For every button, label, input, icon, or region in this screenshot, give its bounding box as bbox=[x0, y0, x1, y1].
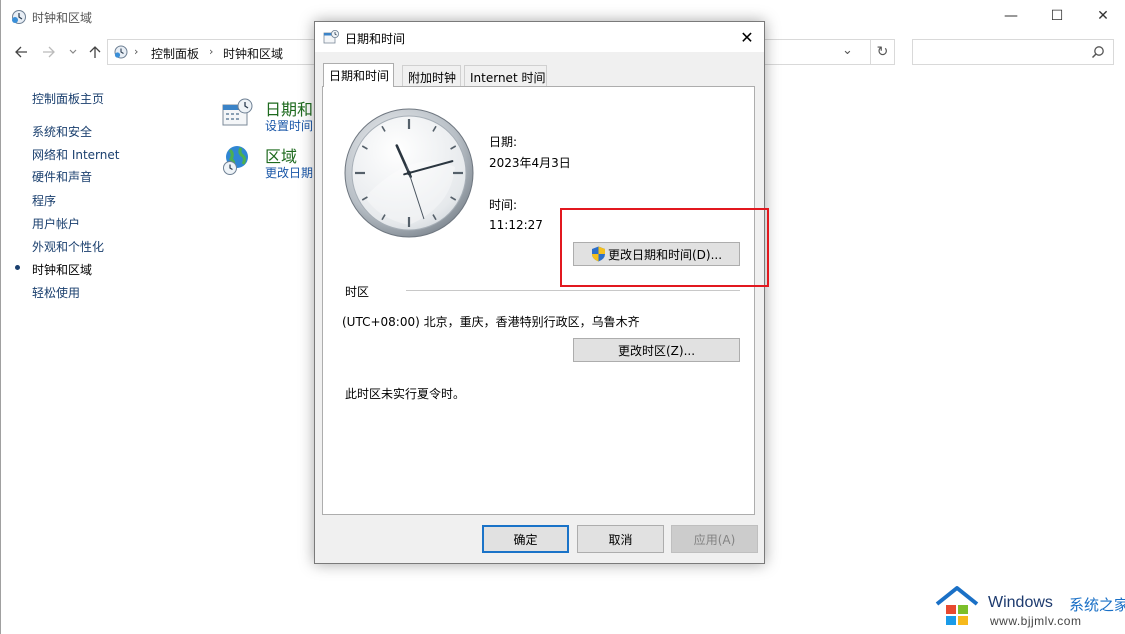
timezone-value: (UTC+08:00) 北京，重庆，香港特别行政区，乌鲁木齐 bbox=[342, 315, 640, 329]
sidebar-item-appearance[interactable]: 外观和个性化 bbox=[32, 238, 104, 255]
change-timezone-button[interactable]: 更改时区(Z)... bbox=[573, 338, 740, 362]
date-label: 日期: bbox=[489, 135, 518, 149]
close-icon: ✕ bbox=[740, 27, 754, 47]
timezone-divider bbox=[406, 290, 740, 291]
back-button[interactable] bbox=[11, 42, 31, 62]
cancel-button[interactable]: 取消 bbox=[577, 525, 664, 553]
apply-button[interactable]: 应用(A) bbox=[671, 525, 758, 553]
sidebar-item-programs[interactable]: 程序 bbox=[32, 192, 56, 209]
category-datetime-link[interactable]: 设置时间 bbox=[265, 117, 313, 134]
address-dropdown-icon[interactable]: ⌄ bbox=[842, 43, 853, 58]
sidebar-home-link[interactable]: 控制面板主页 bbox=[32, 90, 104, 107]
maximize-icon: ☐ bbox=[1050, 8, 1064, 24]
tab-internet-time[interactable]: Internet 时间 bbox=[464, 65, 547, 86]
ok-button[interactable]: 确定 bbox=[482, 525, 569, 553]
analog-clock bbox=[344, 108, 474, 238]
forward-button[interactable] bbox=[39, 42, 59, 62]
highlight-annotation-box bbox=[560, 208, 769, 287]
close-window-button[interactable]: ✕ bbox=[1080, 0, 1125, 32]
globe-clock-icon[interactable] bbox=[221, 144, 253, 176]
sidebar-item-system-security[interactable]: 系统和安全 bbox=[32, 123, 92, 140]
breadcrumb-control-panel[interactable]: 控制面板 bbox=[151, 45, 199, 62]
datetime-dialog: 日期和时间 ✕ 日期和时间 附加时钟 Internet 时间 日期: 2023年… bbox=[314, 21, 769, 564]
minimize-icon: — bbox=[1004, 8, 1018, 24]
watermark: Windows 系统之家 www.bjjmlv.com bbox=[934, 582, 1125, 632]
sidebar-item-user-accounts[interactable]: 用户帐户 bbox=[32, 215, 80, 232]
watermark-brand: Windows bbox=[988, 594, 1053, 611]
dialog-titlebar: 日期和时间 ✕ bbox=[315, 22, 764, 52]
arrow-up-icon bbox=[89, 46, 101, 58]
sidebar-item-hardware-sound[interactable]: 硬件和声音 bbox=[32, 168, 92, 185]
control-panel-icon bbox=[114, 45, 128, 59]
arrow-right-icon bbox=[43, 46, 55, 58]
chevron-down-icon bbox=[69, 49, 77, 54]
tab-additional-clocks[interactable]: 附加时钟 bbox=[402, 65, 461, 86]
clock-center-pin bbox=[406, 170, 412, 176]
watermark-brand-suffix: 系统之家 bbox=[1069, 596, 1125, 614]
dialog-title: 日期和时间 bbox=[345, 32, 406, 46]
calendar-clock-icon[interactable] bbox=[221, 97, 253, 129]
dst-note: 此时区未实行夏令时。 bbox=[345, 387, 466, 401]
clock-region-icon bbox=[12, 10, 26, 24]
tab-date-and-time[interactable]: 日期和时间 bbox=[323, 63, 394, 87]
sidebar-item-network[interactable]: 网络和 Internet bbox=[32, 146, 119, 163]
refresh-button[interactable]: ↻ bbox=[871, 39, 895, 65]
search-icon bbox=[1091, 46, 1104, 59]
breadcrumb-separator[interactable]: › bbox=[134, 45, 138, 58]
arrow-left-icon bbox=[15, 46, 27, 58]
close-icon: ✕ bbox=[1097, 8, 1109, 24]
recent-locations-button[interactable] bbox=[63, 42, 83, 62]
timezone-heading: 时区 bbox=[345, 285, 370, 299]
refresh-icon: ↻ bbox=[876, 44, 889, 60]
breadcrumb-separator[interactable]: › bbox=[209, 45, 213, 58]
date-value: 2023年4月3日 bbox=[489, 156, 571, 170]
maximize-button[interactable]: ☐ bbox=[1034, 0, 1080, 32]
time-label: 时间: bbox=[489, 198, 518, 212]
dialog-close-button[interactable]: ✕ bbox=[731, 25, 763, 49]
window-title: 时钟和区域 bbox=[32, 11, 93, 25]
windows-house-logo bbox=[935, 586, 979, 625]
watermark-url: www.bjjmlv.com bbox=[990, 614, 1082, 628]
current-item-bullet bbox=[15, 265, 20, 270]
sidebar-item-ease-of-access[interactable]: 轻松使用 bbox=[32, 284, 80, 301]
calendar-clock-icon bbox=[323, 30, 339, 44]
breadcrumb-clock-region[interactable]: 时钟和区域 bbox=[223, 45, 283, 62]
minimize-button[interactable]: — bbox=[988, 0, 1034, 32]
up-button[interactable] bbox=[85, 42, 105, 62]
tab-panel: 日期: 2023年4月3日 时间: 11:12:27 更改日期和时间(D)...… bbox=[322, 86, 769, 515]
search-input[interactable] bbox=[912, 39, 1114, 65]
sidebar-item-clock-region[interactable]: 时钟和区域 bbox=[32, 261, 92, 278]
category-region-link[interactable]: 更改日期, bbox=[265, 164, 317, 181]
time-value: 11:12:27 bbox=[489, 218, 543, 232]
